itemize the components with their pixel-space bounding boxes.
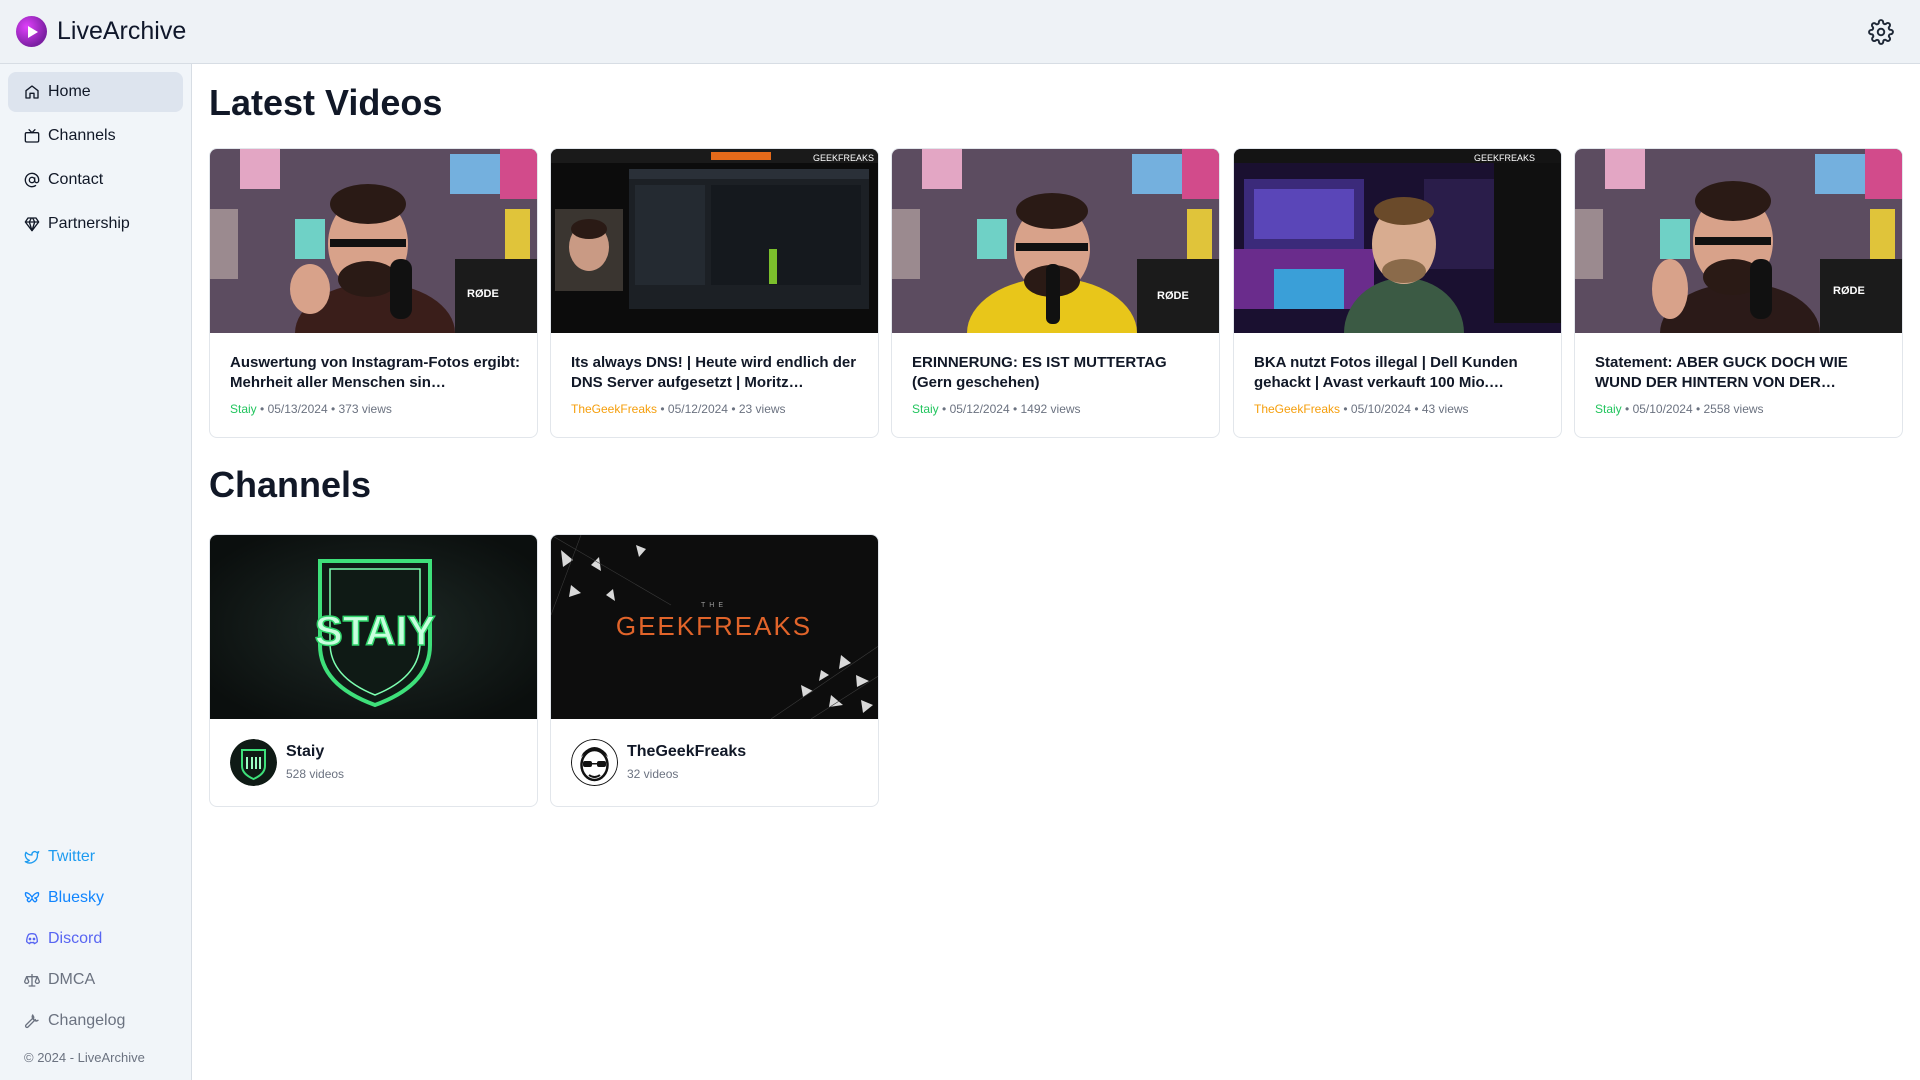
- sidebar-item-contact[interactable]: Contact: [8, 160, 183, 200]
- video-views: 2558 views: [1703, 402, 1764, 416]
- channel-card[interactable]: THE GEEKFREAKS TheGeekFreaks 32 videos: [550, 534, 879, 807]
- video-card[interactable]: RØDE ERINNERUNG: ES IST MUTTERTAG (Gern …: [891, 148, 1220, 438]
- at-sign-icon: [24, 172, 40, 188]
- video-channel[interactable]: Staiy: [912, 402, 939, 416]
- video-thumbnail: RØDE: [210, 149, 537, 333]
- sidebar-item-label: Home: [48, 83, 91, 100]
- video-date: 05/13/2024: [267, 402, 328, 416]
- bluesky-label: Bluesky: [48, 889, 105, 906]
- changelog-label: Changelog: [48, 1012, 126, 1029]
- wrench-icon: [24, 1013, 40, 1029]
- channel-name: Staiy: [286, 743, 325, 760]
- channel-card[interactable]: STAIY Staiy 528 videos: [209, 534, 538, 807]
- discord-link[interactable]: Discord: [24, 930, 102, 948]
- sidebar-item-label: Contact: [48, 171, 104, 188]
- video-card[interactable]: RØDE Statement: ABER GUCK DOCH WIE WUND …: [1574, 148, 1903, 438]
- top-bar: LiveArchive: [0, 0, 1920, 64]
- twitter-icon: [24, 849, 40, 865]
- sidebar-item-channels[interactable]: Channels: [8, 116, 183, 156]
- geekfreaks-banner-text: GEEKFREAKS: [616, 611, 812, 641]
- video-channel[interactable]: Staiy: [230, 402, 257, 416]
- video-channel[interactable]: Staiy: [1595, 402, 1622, 416]
- video-thumbnail: GEEKFREAKS: [1234, 149, 1561, 333]
- video-title: Statement: ABER GUCK DOCH WIE WUND DER H…: [1595, 354, 1848, 391]
- avatar: [230, 739, 277, 786]
- changelog-link[interactable]: Changelog: [24, 1012, 125, 1030]
- channel-banner: STAIY: [210, 535, 537, 719]
- copyright-text: © 2024 - LiveArchive: [24, 1050, 145, 1065]
- twitter-label: Twitter: [48, 848, 96, 865]
- video-meta: TheGeekFreaks • 05/12/2024 • 23 views: [571, 402, 786, 416]
- geekfreaks-text: GEEKFREAKS: [813, 153, 874, 163]
- video-views: 23 views: [738, 402, 786, 416]
- channel-banner: THE GEEKFREAKS: [551, 535, 878, 719]
- video-date: 05/12/2024: [667, 402, 728, 416]
- rode-text: RØDE: [1157, 290, 1189, 302]
- latest-videos-heading: Latest Videos: [209, 82, 443, 123]
- video-channel[interactable]: TheGeekFreaks: [1254, 402, 1340, 416]
- video-title: Auswertung von Instagram-Fotos ergibt: M…: [230, 354, 521, 391]
- brand-link[interactable]: LiveArchive: [16, 16, 186, 47]
- video-views: 373 views: [338, 402, 392, 416]
- sidebar-item-home[interactable]: Home: [8, 72, 183, 112]
- app-title: LiveArchive: [57, 17, 187, 45]
- video-card[interactable]: RØDE Auswertung von Instagram-Fotos ergi…: [209, 148, 538, 438]
- staiy-banner-text: STAIY: [315, 607, 436, 654]
- video-meta: TheGeekFreaks • 05/10/2024 • 43 views: [1254, 402, 1469, 416]
- home-icon: [24, 84, 40, 100]
- gem-icon: [24, 216, 40, 232]
- the-banner-text: THE: [701, 602, 727, 609]
- sidebar: Home Channels Contact Partnership Twitte…: [0, 64, 192, 1080]
- video-thumbnail: RØDE: [1575, 149, 1902, 333]
- sidebar-item-label: Channels: [48, 127, 116, 144]
- butterfly-icon: [24, 890, 40, 906]
- video-views: 1492 views: [1020, 402, 1081, 416]
- channel-video-count: 528 videos: [286, 767, 345, 781]
- video-thumbnail: GEEKFREAKS: [551, 149, 878, 333]
- avatar: [571, 739, 618, 786]
- video-card[interactable]: GEEKFREAKS Its always DNS! | Heute wird …: [550, 148, 879, 438]
- video-views: 43 views: [1421, 402, 1469, 416]
- channels-heading: Channels: [209, 464, 372, 505]
- settings-gear-icon[interactable]: [1868, 19, 1894, 45]
- video-meta: Staiy • 05/12/2024 • 1492 views: [912, 402, 1081, 416]
- channel-video-count: 32 videos: [627, 767, 679, 781]
- video-thumbnail: RØDE: [892, 149, 1219, 333]
- video-channel[interactable]: TheGeekFreaks: [571, 402, 657, 416]
- video-date: 05/10/2024: [1350, 402, 1411, 416]
- channel-name: TheGeekFreaks: [627, 743, 747, 760]
- video-title: ERINNERUNG: ES IST MUTTERTAG (Gern gesch…: [912, 354, 1167, 391]
- twitter-link[interactable]: Twitter: [24, 848, 95, 866]
- discord-icon: [24, 931, 40, 947]
- tv-icon: [24, 128, 40, 144]
- sidebar-item-partnership[interactable]: Partnership: [8, 204, 183, 244]
- video-title: Its always DNS! | Heute wird endlich der…: [571, 354, 857, 391]
- rode-text: RØDE: [467, 288, 499, 300]
- scale-icon: [24, 972, 40, 988]
- play-logo-icon: [16, 16, 47, 47]
- dmca-label: DMCA: [48, 971, 96, 988]
- discord-label: Discord: [48, 930, 103, 947]
- video-meta: Staiy • 05/13/2024 • 373 views: [230, 402, 392, 416]
- video-card[interactable]: GEEKFREAKS BKA nutzt Fotos illegal | Del…: [1233, 148, 1562, 438]
- dmca-link[interactable]: DMCA: [24, 971, 95, 989]
- video-date: 05/12/2024: [949, 402, 1010, 416]
- video-meta: Staiy • 05/10/2024 • 2558 views: [1595, 402, 1764, 416]
- geekfreaks-text: GEEKFREAKS: [1474, 153, 1535, 163]
- bluesky-link[interactable]: Bluesky: [24, 889, 104, 907]
- video-title: BKA nutzt Fotos illegal | Dell Kunden ge…: [1254, 354, 1518, 391]
- rode-text: RØDE: [1833, 285, 1865, 297]
- sidebar-item-label: Partnership: [48, 215, 130, 232]
- video-date: 05/10/2024: [1632, 402, 1693, 416]
